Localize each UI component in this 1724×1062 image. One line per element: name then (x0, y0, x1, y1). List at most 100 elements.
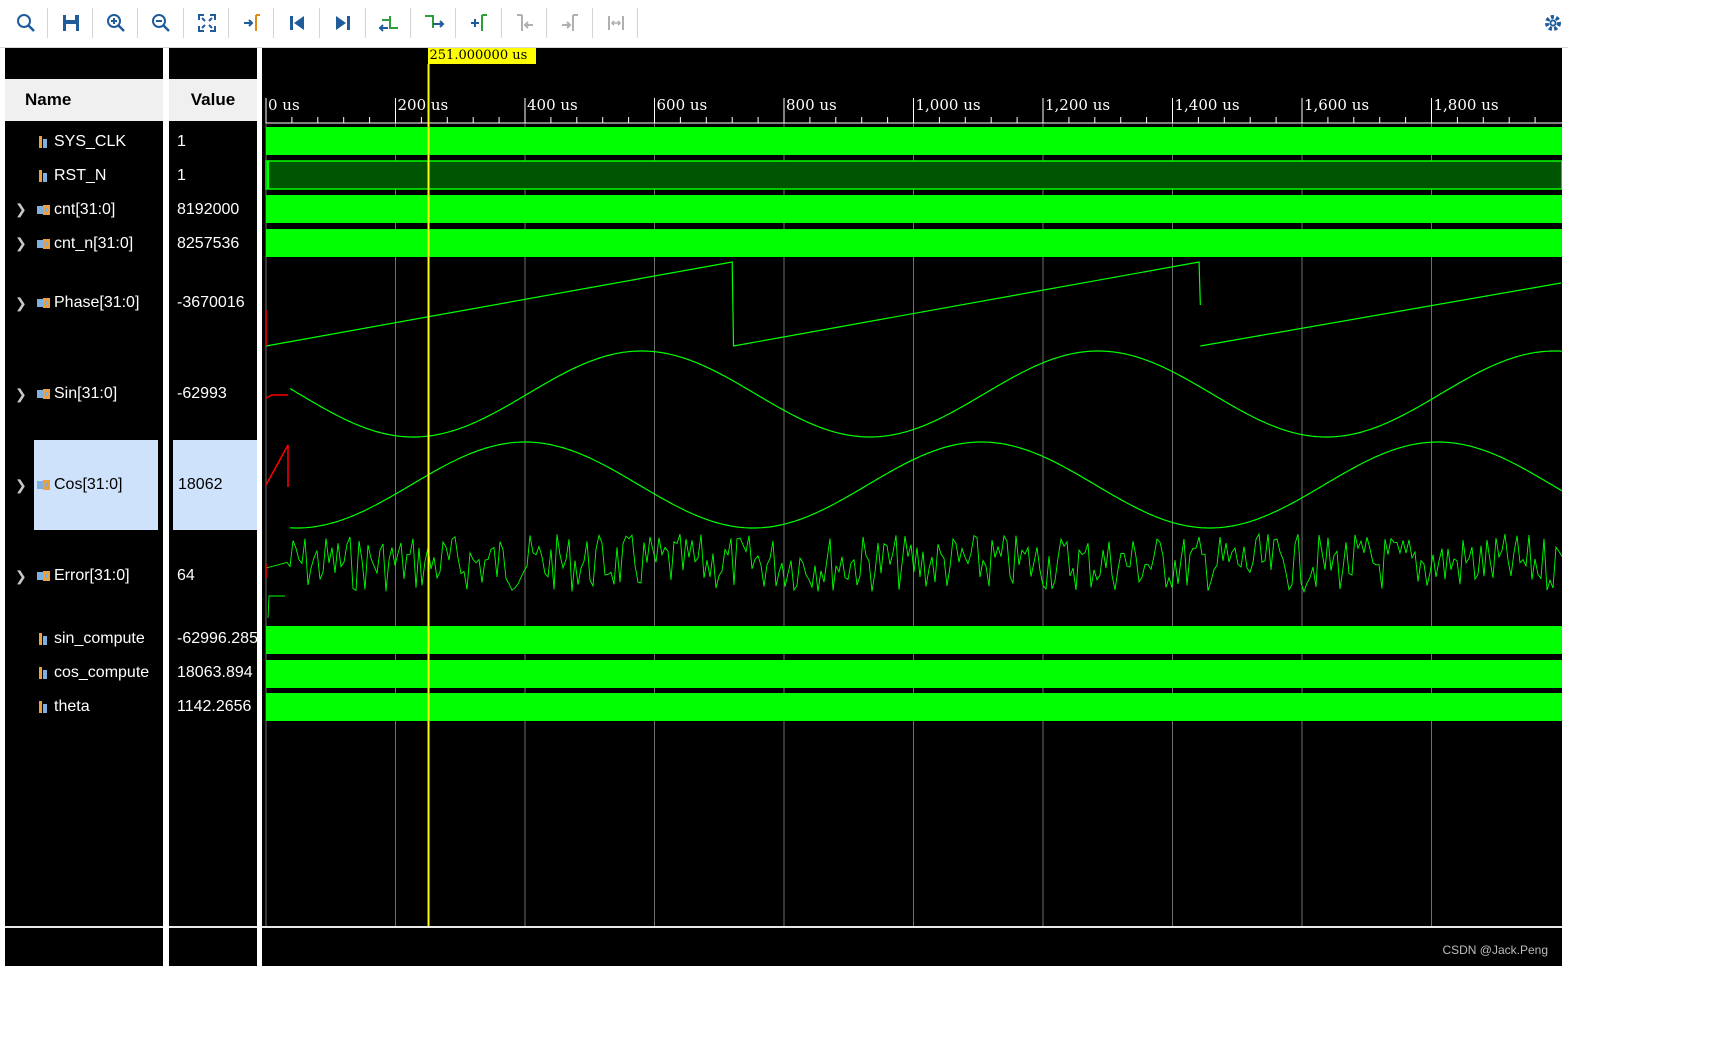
toolbar-separator (365, 8, 366, 38)
next-transition-icon (423, 12, 445, 34)
timeline-tick-label: 1,800 us (1434, 96, 1499, 114)
expand-chevron-icon[interactable]: ❯ (15, 193, 27, 226)
toolbar-separator (228, 8, 229, 38)
signal-name: cos_compute (54, 664, 149, 682)
signal-value-panel: Value 1181920008257536-3670016-629931806… (169, 48, 257, 966)
sys-clk-wave (266, 127, 1562, 155)
toolbar-separator (637, 8, 638, 38)
signal-row[interactable]: SYS_CLK (5, 125, 163, 158)
signal-value: -62996.285 (177, 630, 257, 648)
waveform-canvas[interactable]: 0 us200 us400 us600 us800 us1,000 us1,20… (262, 48, 1562, 966)
cnt-n-wave (266, 229, 1562, 257)
toolbar-separator (183, 8, 184, 38)
signal-value-cell[interactable]: 1142.2656 (169, 690, 257, 723)
swap-cursors-icon (605, 12, 627, 34)
goto-cursor-icon (241, 12, 263, 34)
signal-row[interactable]: theta (5, 690, 163, 723)
signal-row[interactable]: sin_compute (5, 622, 163, 655)
signal-value: 18062 (178, 476, 223, 494)
vertical-scrollbar[interactable] (1562, 48, 1568, 966)
cos-initial-red (266, 445, 288, 487)
signal-value-cell[interactable]: 1 (169, 159, 257, 192)
signal-name: Cos[31:0] (54, 476, 122, 494)
swap-cursors-button[interactable] (599, 6, 633, 40)
settings-button[interactable] (1540, 6, 1566, 40)
expand-chevron-icon[interactable]: ❯ (15, 258, 27, 348)
goto-start-button[interactable] (280, 6, 314, 40)
signal-type-icon (36, 477, 52, 493)
next-transition-button[interactable] (417, 6, 451, 40)
cos-wave (290, 442, 1562, 528)
signal-name: SYS_CLK (54, 133, 126, 151)
cursor-time-label[interactable]: 251.000000 us (428, 48, 536, 64)
toolbar-separator (592, 8, 593, 38)
signal-type-icon (36, 295, 52, 311)
zoom-fit-button[interactable] (190, 6, 224, 40)
signal-name: Error[31:0] (54, 567, 130, 585)
zoom-in-icon (105, 12, 127, 34)
timeline-tick-label: 1,200 us (1045, 96, 1110, 114)
signal-row[interactable]: RST_N (5, 159, 163, 192)
signal-value-cell[interactable]: 8257536 (169, 227, 257, 260)
signal-type-icon (36, 665, 52, 681)
expand-chevron-icon[interactable]: ❯ (15, 349, 27, 439)
toolbar-separator (92, 8, 93, 38)
signal-value: 18063.894 (177, 664, 253, 682)
signal-name: theta (54, 698, 90, 716)
search-button[interactable] (9, 6, 43, 40)
toolbar-separator (455, 8, 456, 38)
signal-row[interactable]: Cos[31:0] (34, 440, 158, 530)
previous-transition-button[interactable] (372, 6, 406, 40)
signal-value-cell[interactable]: 1 (169, 125, 257, 158)
signal-name: Phase[31:0] (54, 294, 139, 312)
name-column-header[interactable]: Name (5, 79, 163, 121)
value-header-label: Value (191, 90, 235, 110)
zoom-in-button[interactable] (99, 6, 133, 40)
signal-row[interactable]: ❯Sin[31:0] (5, 349, 163, 439)
goto-cursor-button[interactable] (235, 6, 269, 40)
next-marker-icon (559, 12, 581, 34)
signal-type-icon (36, 134, 52, 150)
toolbar-separator (273, 8, 274, 38)
name-header-label: Name (25, 90, 71, 110)
toolbar-separator (546, 8, 547, 38)
signal-row[interactable]: ❯ cnt[31:0] (5, 193, 163, 226)
previous-transition-icon (378, 12, 400, 34)
expand-chevron-icon[interactable]: ❯ (15, 440, 27, 530)
gear-icon (1542, 12, 1564, 34)
signal-name: RST_N (54, 167, 106, 185)
signal-row[interactable]: ❯cnt_n[31:0] (5, 227, 163, 260)
timeline-tick-label: 400 us (527, 96, 578, 114)
timeline-tick-label: 800 us (786, 96, 837, 114)
goto-end-button[interactable] (326, 6, 360, 40)
expand-chevron-icon[interactable]: ❯ (15, 227, 27, 260)
expand-chevron-icon[interactable]: ❯ (15, 531, 27, 621)
timeline-tick-label: 600 us (657, 96, 708, 114)
add-marker-button[interactable] (462, 6, 496, 40)
zoom-out-button[interactable] (144, 6, 178, 40)
signal-value: 1 (177, 133, 186, 151)
signal-value-cell[interactable]: -62996.285 (169, 622, 257, 655)
signal-value-cell[interactable]: -62993 (169, 349, 257, 439)
signal-name: cnt[31:0] (54, 201, 115, 219)
goto-start-icon (286, 12, 308, 34)
signal-name: sin_compute (54, 630, 145, 648)
toolbar-separator (319, 8, 320, 38)
signal-type-icon (36, 568, 52, 584)
signal-row[interactable]: cos_compute (5, 656, 163, 689)
signal-value-cell[interactable]: 18063.894 (169, 656, 257, 689)
next-marker-button[interactable] (553, 6, 587, 40)
goto-end-icon (332, 12, 354, 34)
signal-value-cell[interactable]: 18062 (173, 440, 257, 530)
signal-value-cell[interactable]: 8192000 (169, 193, 257, 226)
toolbar-separator (47, 8, 48, 38)
save-button[interactable] (54, 6, 88, 40)
signal-type-icon (36, 168, 52, 184)
value-column-header[interactable]: Value (169, 79, 257, 121)
signal-row[interactable]: ❯ Phase[31:0] (5, 258, 163, 348)
signal-value-cell[interactable]: -3670016 (169, 258, 257, 348)
previous-marker-button[interactable] (508, 6, 542, 40)
watermark: CSDN @Jack.Peng (1442, 943, 1548, 957)
signal-value-cell[interactable]: 64 (169, 531, 257, 621)
signal-row[interactable]: ❯ Error[31:0] (5, 531, 163, 621)
